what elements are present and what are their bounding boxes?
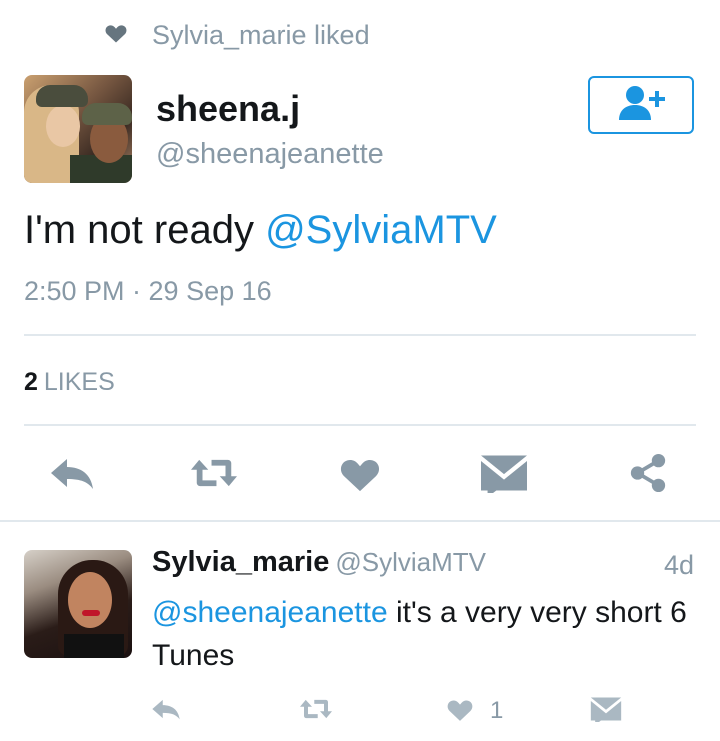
reply-retweet-button[interactable] <box>300 696 332 726</box>
mention-link[interactable]: @SylviaMTV <box>265 208 497 252</box>
reply-reply-button[interactable] <box>150 696 182 726</box>
author-handle[interactable]: @sheenajeanette <box>156 138 384 171</box>
reply-display-name[interactable]: Sylvia_marie <box>152 546 329 578</box>
reply-dm-button[interactable] <box>590 696 622 726</box>
reply-icon <box>150 696 182 727</box>
reply-header: Sylvia_marie @SylviaMTV <box>152 546 486 579</box>
tweet-text-body: I'm not ready <box>24 208 266 252</box>
reply-button[interactable] <box>48 452 96 498</box>
share-icon <box>625 453 671 498</box>
reply-handle[interactable]: @SylviaMTV <box>335 547 486 577</box>
direct-message-button[interactable] <box>480 452 528 498</box>
reply-mention-link[interactable]: @sheenajeanette <box>152 596 388 629</box>
divider <box>24 334 696 336</box>
divider <box>0 520 720 522</box>
follow-button[interactable] <box>588 76 694 134</box>
retweet-button[interactable] <box>190 452 238 498</box>
reply-time: 4d <box>664 550 695 580</box>
tweet-text: I'm not ready @SylviaMTV <box>24 208 497 253</box>
author-display-name[interactable]: sheena.j <box>156 88 300 130</box>
liked-by-text: Sylvia_marie liked <box>152 19 370 50</box>
liked-context: Sylvia_marie liked <box>104 18 370 52</box>
reply-avatar[interactable] <box>24 550 132 658</box>
retweet-icon <box>191 453 237 498</box>
follow-user-icon <box>615 84 667 127</box>
avatar[interactable] <box>24 75 132 183</box>
heart-icon <box>444 696 476 727</box>
reply-like-button[interactable]: 1 <box>444 696 503 726</box>
reply-icon <box>49 453 95 498</box>
heart-icon <box>337 453 383 498</box>
reply-text: @sheenajeanette it's a very very short 6… <box>152 591 697 677</box>
tweet-timestamp: 2:50 PM · 29 Sep 16 <box>24 276 272 306</box>
like-button[interactable] <box>336 452 384 498</box>
likes-summary[interactable]: 2 LIKES <box>24 368 115 397</box>
heart-icon <box>104 21 128 50</box>
share-button[interactable] <box>624 452 672 498</box>
retweet-icon <box>300 696 332 727</box>
envelope-icon <box>481 453 527 498</box>
likes-count: 2 <box>24 368 38 396</box>
reply-like-count: 1 <box>490 697 504 724</box>
likes-label: LIKES <box>43 368 115 396</box>
envelope-icon <box>590 696 622 727</box>
divider <box>24 424 696 426</box>
